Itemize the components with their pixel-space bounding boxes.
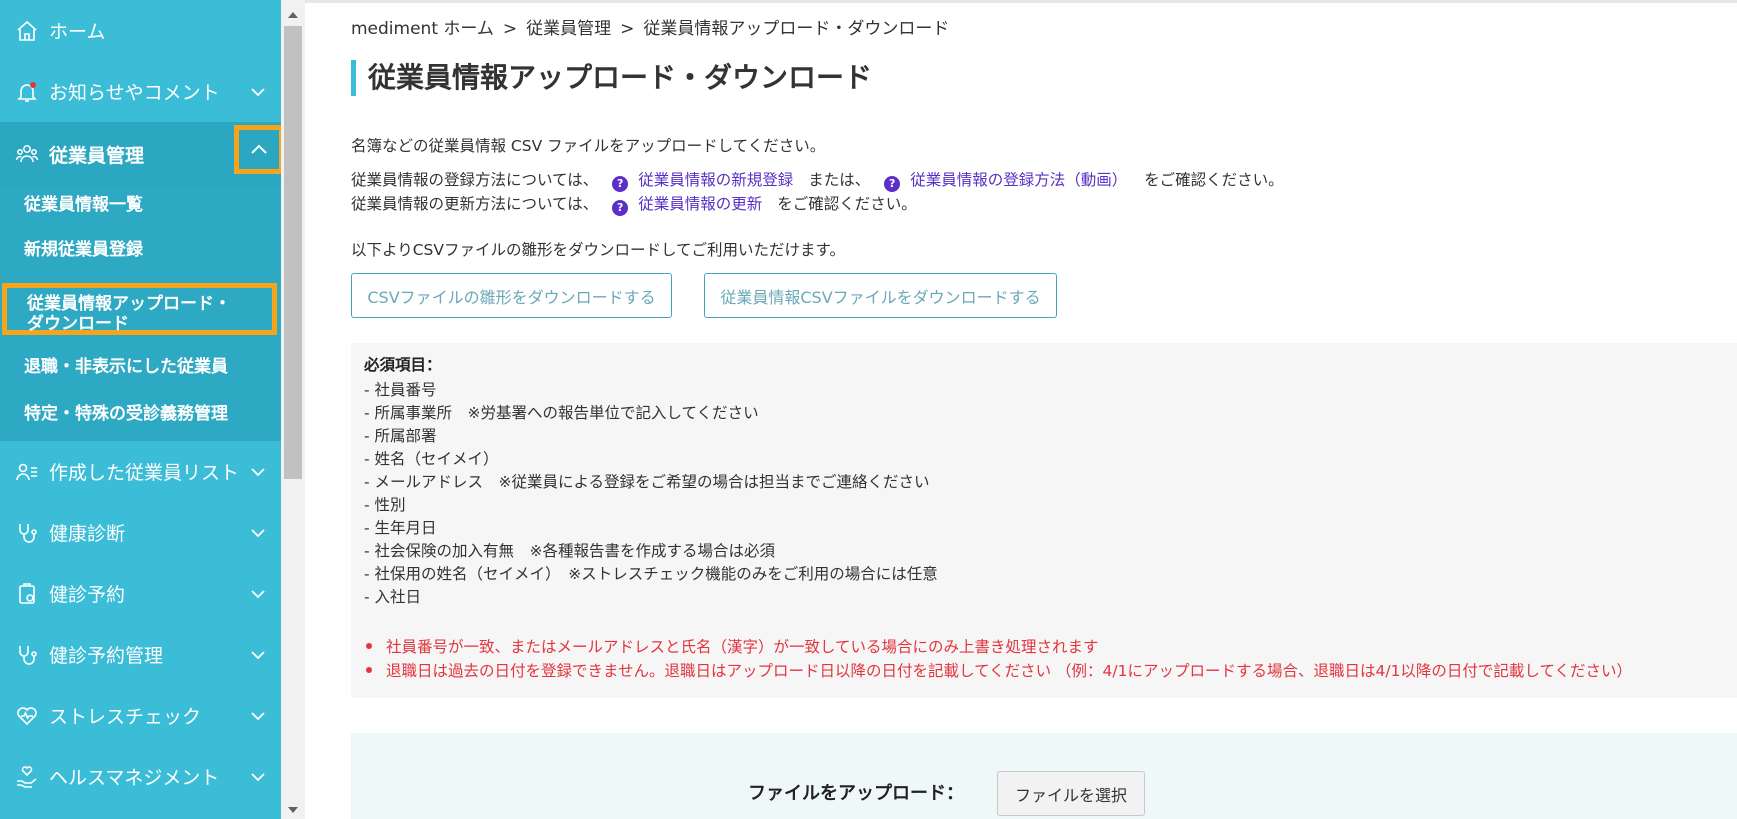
sidebar-item-label: 健康診断 — [49, 523, 126, 545]
heart-icon — [14, 703, 40, 729]
required-item: - 所属事業所 ※労基署への報告単位で記入してください — [364, 404, 759, 422]
chevron-up-icon — [251, 144, 267, 154]
sidebar-item-stress-check[interactable]: ストレスチェック — [0, 685, 281, 746]
required-item: - 生年月日 — [364, 519, 437, 537]
upload-section: ファイルをアップロード： ファイルを選択 — [351, 733, 1737, 819]
scroll-up-icon[interactable] — [287, 10, 299, 20]
warning-overwrite: 社員番号が一致、またはメールアドレスと氏名（漢字）が一致している場合にのみ上書き… — [364, 635, 1099, 657]
download-template-button[interactable]: CSVファイルの雛形をダウンロードする — [351, 273, 672, 318]
sidebar-subitem-employee-list[interactable]: 従業員情報一覧 — [0, 190, 281, 220]
chevron-down-icon[interactable] — [248, 706, 268, 726]
required-item: - 社会保険の加入有無 ※各種報告書を作成する場合は必須 — [364, 542, 776, 560]
sidebar-item-label: ストレスチェック — [49, 706, 202, 728]
download-employees-button[interactable]: 従業員情報CSVファイルをダウンロードする — [704, 273, 1057, 318]
sidebar-item-employee-lists[interactable]: 作成した従業員リスト — [0, 441, 281, 502]
sidebar-subitem-retired[interactable]: 退職・非表示にした従業員 — [0, 352, 281, 382]
register-help-line: 従業員情報の登録方法については、? 従業員情報の新規登録 または、? 従業員情報の登… — [351, 168, 1284, 192]
required-item: - メールアドレス ※従業員による登録をご希望の場合は担当までご連絡ください — [364, 473, 930, 491]
required-item: - 入社日 — [364, 588, 422, 606]
sidebar-subitem-upload-download[interactable]: 従業員情報アップロード・ ダウンロード — [2, 283, 277, 335]
breadcrumb-employee-mgmt[interactable]: 従業員管理 — [526, 19, 611, 39]
required-item: - 社員番号 — [364, 381, 437, 399]
chevron-down-icon[interactable] — [248, 462, 268, 482]
chevron-down-icon[interactable] — [248, 584, 268, 604]
sidebar-item-label: ホーム — [49, 21, 106, 43]
sidebar-item-label: お知らせやコメント — [49, 82, 220, 104]
sidebar-subitem-new-employee[interactable]: 新規従業員登録 — [0, 235, 281, 265]
sidebar-item-booking[interactable]: 健診予約 — [0, 563, 281, 624]
upload-label: ファイルをアップロード： — [748, 783, 964, 804]
required-item: - 所属部署 — [364, 427, 437, 445]
page-title: 従業員情報アップロード・ダウンロード — [351, 60, 872, 96]
sidebar-subitem-label-line1: 従業員情報アップロード・ — [27, 294, 231, 314]
link-update[interactable]: 従業員情報の更新 — [638, 195, 762, 213]
hand-heart-icon — [14, 764, 40, 790]
required-item: - 姓名（セイメイ） — [364, 450, 499, 468]
home-icon — [14, 18, 40, 44]
sidebar-item-news[interactable]: お知らせやコメント — [0, 61, 281, 122]
bell-icon — [14, 79, 40, 105]
sidebar-item-label: 従業員管理 — [49, 144, 145, 167]
chevron-down-icon[interactable] — [248, 523, 268, 543]
chevron-down-icon[interactable] — [248, 645, 268, 665]
sidebar-item-booking-mgmt[interactable]: 健診予約管理 — [0, 624, 281, 685]
register-help-prefix: 従業員情報の登録方法については、 — [351, 171, 599, 189]
breadcrumb-separator: > — [620, 19, 635, 39]
users-icon — [14, 141, 40, 167]
link-registration-video[interactable]: 従業員情報の登録方法（動画） — [910, 171, 1127, 189]
clipboard-icon — [14, 581, 40, 607]
required-item: - 社保用の姓名（セイメイ） ※ストレスチェック機能のみをご利用の場合には任意 — [364, 565, 938, 583]
required-title: 必須項目： — [364, 356, 442, 374]
or-text: または、 — [808, 171, 871, 189]
breadcrumb-current: 従業員情報アップロード・ダウンロード — [643, 19, 950, 39]
required-fields-box: 必須項目： - 社員番号 - 所属事業所 ※労基署への報告単位で記入してください… — [351, 343, 1737, 698]
help-icon: ? — [884, 175, 901, 192]
stethoscope-icon — [14, 642, 40, 668]
chevron-down-icon[interactable] — [248, 767, 268, 787]
register-help-suffix: をご確認ください。 — [1144, 171, 1284, 189]
stethoscope-icon — [14, 520, 40, 546]
sidebar: ホーム お知らせやコメント 従業員管理 従業員情報一覧 新規従業員登録 従業員情… — [0, 0, 281, 819]
sidebar-item-label: 健診予約管理 — [49, 645, 164, 667]
update-help-prefix: 従業員情報の更新方法については、 — [351, 195, 599, 213]
collapse-toggle[interactable] — [234, 125, 281, 174]
sidebar-item-home[interactable]: ホーム — [0, 0, 281, 61]
breadcrumb-home[interactable]: mediment ホーム — [351, 19, 494, 39]
choose-file-button[interactable]: ファイルを選択 — [997, 771, 1145, 816]
link-new-registration[interactable]: 従業員情報の新規登録 — [638, 171, 793, 189]
sidebar-item-health-check[interactable]: 健康診断 — [0, 502, 281, 563]
intro-line: 名簿などの従業員情報 CSV ファイルをアップロードしてください。 — [351, 137, 826, 155]
sidebar-subitem-special-exam[interactable]: 特定・特殊の受診義務管理 — [0, 399, 281, 429]
update-help-suffix: をご確認ください。 — [777, 195, 917, 213]
sidebar-item-health-mgmt[interactable]: ヘルスマネジメント — [0, 746, 281, 807]
required-item: - 性別 — [364, 496, 406, 514]
sidebar-item-label: ヘルスマネジメント — [49, 767, 220, 789]
sidebar-subitem-label-line2: ダウンロード — [27, 314, 129, 334]
sidebar-item-label: 作成した従業員リスト — [49, 462, 240, 484]
breadcrumb: mediment ホーム > 従業員管理 > 従業員情報アップロード・ダウンロード — [351, 14, 949, 39]
scrollbar-thumb[interactable] — [284, 26, 302, 479]
scroll-down-icon[interactable] — [287, 805, 299, 815]
download-hint: 以下よりCSVファイルの雛形をダウンロードしてご利用いただけます。 — [351, 241, 845, 259]
update-help-line: 従業員情報の更新方法については、? 従業員情報の更新 をご確認ください。 — [351, 192, 917, 216]
user-list-icon — [14, 459, 40, 485]
breadcrumb-separator: > — [502, 19, 518, 39]
help-icon: ? — [612, 175, 629, 192]
warning-retirement-date: 退職日は過去の日付を登録できません。退職日はアップロード日以降の日付を記載してく… — [364, 659, 1632, 681]
help-icon: ? — [612, 199, 629, 216]
sidebar-scrollbar[interactable] — [281, 0, 305, 819]
sidebar-item-label: 健診予約 — [49, 584, 126, 606]
chevron-down-icon[interactable] — [248, 82, 268, 102]
